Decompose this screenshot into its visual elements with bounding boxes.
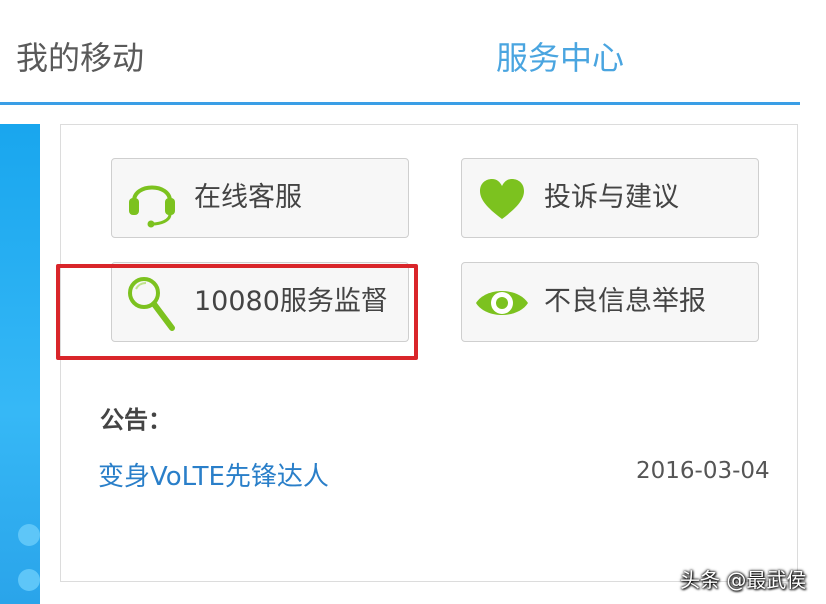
left-banner-strip (0, 124, 40, 604)
eye-icon (476, 291, 528, 315)
tab-service-center[interactable]: 服务中心 (496, 36, 624, 80)
online-service-button[interactable]: 在线客服 (111, 158, 409, 238)
heart-icon (480, 179, 524, 219)
complaint-suggestion-button[interactable]: 投诉与建议 (461, 158, 759, 238)
tab-bar: 我的移动 服务中心 (0, 0, 826, 105)
headset-icon (129, 185, 175, 228)
bad-info-report-button[interactable]: 不良信息举报 (461, 262, 759, 342)
notice-title: 公告： (100, 406, 172, 434)
notice-item-date: 2016-03-04 (636, 458, 770, 484)
tab-my-mobile[interactable]: 我的移动 (16, 36, 144, 80)
bad-info-report-label: 不良信息举报 (544, 286, 706, 317)
notice-item-link[interactable]: 变身VoLTE先锋达人 (98, 456, 329, 493)
complaint-suggestion-label: 投诉与建议 (544, 182, 679, 213)
carousel-dot[interactable] (18, 524, 40, 546)
online-service-label: 在线客服 (194, 182, 302, 213)
carousel-dot[interactable] (18, 569, 40, 591)
tab-underline (0, 102, 800, 105)
highlight-annotation-box (56, 264, 418, 360)
watermark-text: 头条 @最武侯 (680, 568, 807, 592)
